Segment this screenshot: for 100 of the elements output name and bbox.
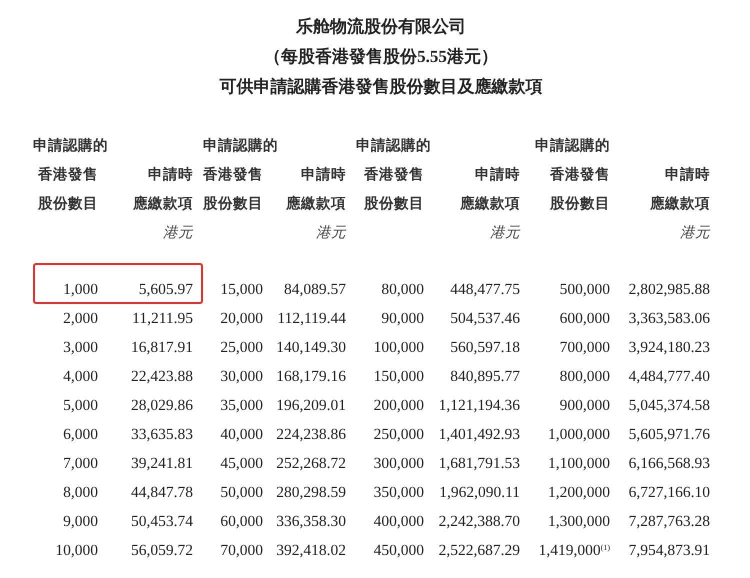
table-cell: 4,000: [63, 368, 98, 385]
table-cell: 16,817.91: [131, 339, 193, 356]
table-cell: 1,100,000: [548, 455, 610, 472]
table-cell: 1,000: [63, 281, 98, 298]
table-cell: 6,166,568.93: [628, 455, 710, 472]
table-cell: 15,000: [220, 281, 263, 298]
table-cell: 2,000: [63, 310, 98, 327]
table-cell: 600,000: [560, 310, 610, 327]
table-cell: 50,453.74: [131, 513, 193, 530]
table-cell: 30,000: [220, 368, 263, 385]
table-cell: 25,000: [220, 339, 263, 356]
table-cell: 252,268.72: [276, 455, 346, 472]
table-cell: 6,000: [63, 426, 98, 443]
table-cell: 250,000: [374, 426, 424, 443]
table-cell: 45,000: [220, 455, 263, 472]
table-cell: 112,119.44: [277, 310, 346, 327]
table-cell: 800,000: [560, 368, 610, 385]
table-cell: 100,000: [374, 339, 424, 356]
table-cell: 7,287,763.28: [628, 513, 710, 530]
column-header: 申請時: [301, 167, 346, 183]
table-cell: 39,241.81: [131, 455, 193, 472]
column-header: 股份數目: [364, 196, 424, 212]
table-cell: 168,179.16: [276, 368, 346, 385]
table-cell: 350,000: [374, 484, 424, 501]
unit-label: 港元: [490, 225, 520, 241]
column-header: 申請時: [665, 167, 710, 183]
column-header: 申請認購的: [356, 138, 431, 154]
column-header: 應繳款項: [650, 196, 710, 212]
table-cell: 504,537.46: [450, 310, 520, 327]
table-cell: 3,000: [63, 339, 98, 356]
table-cell: 560,597.18: [450, 339, 520, 356]
table-cell: 84,089.57: [284, 281, 346, 298]
table-cell: 1,200,000: [548, 484, 610, 501]
table-cell: 90,000: [381, 310, 424, 327]
table-cell: 1,121,194.36: [438, 397, 520, 414]
column-header: 申請認購的: [33, 138, 108, 154]
table-cell: 700,000: [560, 339, 610, 356]
table-cell: 3,924,180.23: [628, 339, 710, 356]
title-line: 可供申請認購香港發售股份數目及應繳款項: [220, 76, 542, 98]
column-header: 應繳款項: [286, 196, 346, 212]
table-cell: 300,000: [374, 455, 424, 472]
table-cell: 28,029.86: [131, 397, 193, 414]
table-cell: 400,000: [374, 513, 424, 530]
table-cell: 900,000: [560, 397, 610, 414]
table-cell: 448,477.75: [450, 281, 520, 298]
column-header: 股份數目: [38, 196, 98, 212]
column-header: 香港發售: [364, 167, 424, 183]
table-cell: 8,000: [63, 484, 98, 501]
table-cell: 450,000: [374, 542, 424, 559]
table-cell: 33,635.83: [131, 426, 193, 443]
table-cell: 70,000: [220, 542, 263, 559]
table-cell: 7,954,873.91: [628, 542, 710, 559]
unit-label: 港元: [163, 225, 193, 241]
table-cell: 10,000: [55, 542, 98, 559]
table-cell: 5,605.97: [138, 281, 193, 298]
column-header: 申請時: [475, 167, 520, 183]
column-header: 申請時: [148, 167, 193, 183]
table-cell: 1,681,791.53: [438, 455, 520, 472]
table-cell: 140,149.30: [276, 339, 346, 356]
table-cell: 22,423.88: [131, 368, 193, 385]
table-cell: 224,238.86: [276, 426, 346, 443]
table-cell: 1,300,000: [548, 513, 610, 530]
table-cell: 3,363,583.06: [628, 310, 710, 327]
table-cell: 336,358.30: [276, 513, 346, 530]
table-cell: 500,000: [560, 281, 610, 298]
title-line: 乐舱物流股份有限公司: [296, 16, 466, 38]
table-cell: 6,727,166.10: [628, 484, 710, 501]
column-header: 申請認購的: [535, 138, 610, 154]
table-cell: 4,484,777.40: [628, 368, 710, 385]
table-cell: 44,847.78: [131, 484, 193, 501]
table-cell: 5,045,374.58: [628, 397, 710, 414]
column-header: 香港發售: [38, 167, 98, 183]
table-cell: 7,000: [63, 455, 98, 472]
table-cell: 5,605,971.76: [628, 426, 710, 443]
column-header: 應繳款項: [460, 196, 520, 212]
table-cell: 56,059.72: [131, 542, 193, 559]
table-cell: 60,000: [220, 513, 263, 530]
table-cell: 2,802,985.88: [628, 281, 710, 298]
table-cell: 11,211.95: [132, 310, 193, 327]
table-cell: 80,000: [381, 281, 424, 298]
table-cell: 2,522,687.29: [438, 542, 520, 559]
table-cell: 1,419,000$^{(1)}$: [538, 542, 610, 559]
table-cell: 1,000,000: [548, 426, 610, 443]
unit-label: 港元: [680, 225, 710, 241]
column-header: 應繳款項: [133, 196, 193, 212]
table-cell: 840,895.77: [450, 368, 520, 385]
table-cell: 40,000: [220, 426, 263, 443]
table-cell: 1,401,492.93: [438, 426, 520, 443]
table-cell: 9,000: [63, 513, 98, 530]
title-line: （每股香港發售股份5.55港元）: [264, 46, 498, 68]
table-cell: 50,000: [220, 484, 263, 501]
table-cell: 1,962,090.11: [439, 484, 520, 501]
table-cell: 35,000: [220, 397, 263, 414]
table-cell: 150,000: [374, 368, 424, 385]
table-cell: 196,209.01: [276, 397, 346, 414]
column-header: 香港發售: [203, 167, 263, 183]
column-header: 申請認購的: [203, 138, 278, 154]
table-cell: 200,000: [374, 397, 424, 414]
column-header: 香港發售: [550, 167, 610, 183]
table-cell: 20,000: [220, 310, 263, 327]
